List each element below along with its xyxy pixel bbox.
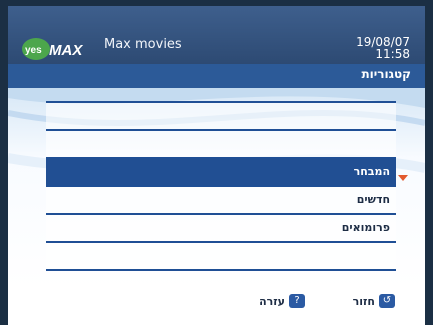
section-title: קטגוריות [361,67,411,81]
chevron-down-icon [398,175,408,181]
svg-text:MAX: MAX [49,42,83,59]
list-item-selected[interactable]: המבחר [46,159,396,187]
back-button[interactable]: ↺ חזור [353,293,395,309]
svg-text:yes: yes [25,45,42,56]
footer-bar: ↺ חזור ? עזרה [8,288,425,325]
list-item[interactable] [46,131,396,159]
date-time: 19/08/07 11:58 [356,36,410,60]
list-item[interactable]: חדשים [46,187,396,215]
app-title: Max movies [104,37,182,52]
help-label: עזרה [259,294,285,308]
header-bar: yes MAX Max movies 19/08/07 11:58 [8,6,425,64]
list-item[interactable]: פרומואים [46,215,396,243]
list-item-label: חדשים [356,193,390,206]
back-icon: ↺ [379,294,395,308]
section-header: קטגוריות [8,64,425,88]
back-label: חזור [352,294,375,308]
list-item[interactable] [46,103,396,131]
list-item[interactable] [46,243,396,271]
list-item-label: פרומואים [341,221,390,234]
category-list: המבחר חדשים פרומואים [46,101,396,271]
help-button[interactable]: ? עזרה [259,293,305,309]
time-text: 11:58 [375,47,410,61]
list-item-label: המבחר [353,165,390,178]
screen-frame: yes MAX Max movies 19/08/07 11:58 קטגורי… [8,6,425,325]
yes-max-logo: yes MAX [22,38,83,60]
help-icon: ? [289,294,305,308]
